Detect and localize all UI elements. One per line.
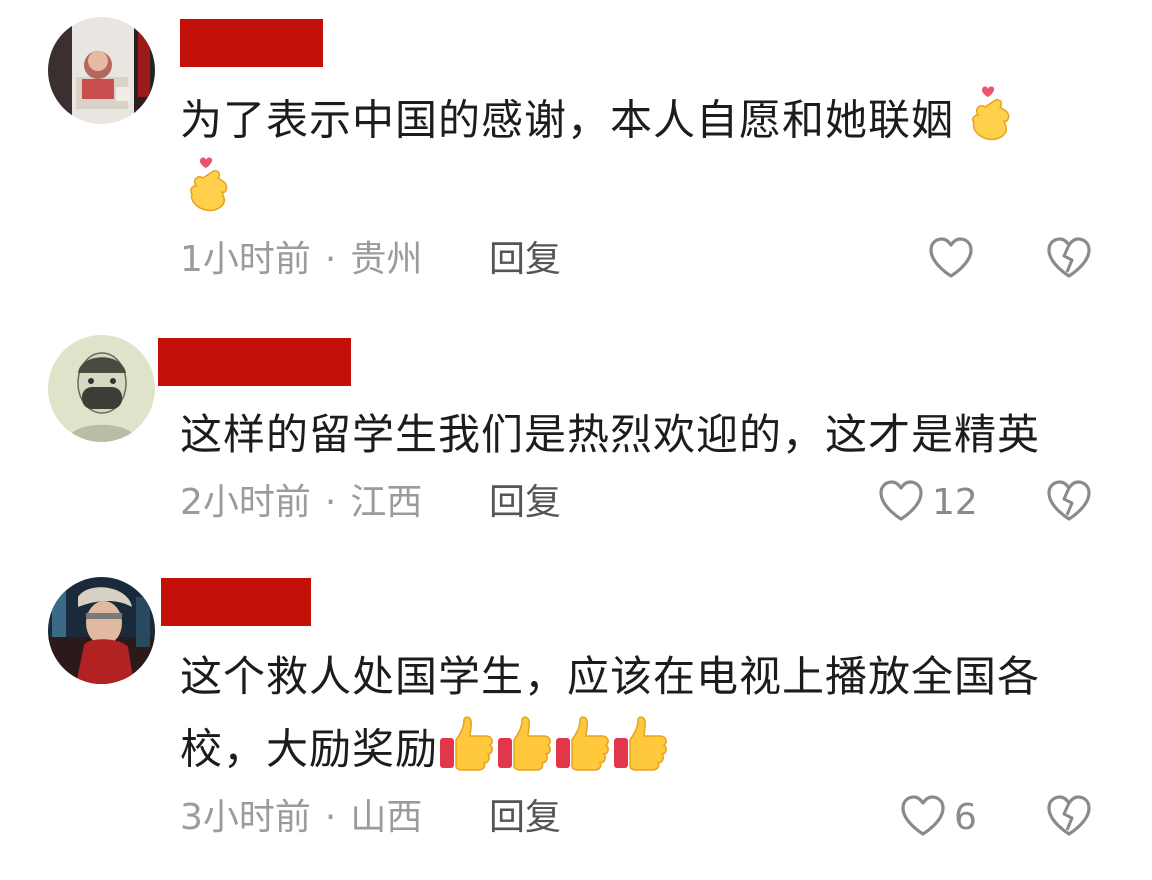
emoji-row <box>186 156 230 218</box>
avatar[interactable] <box>48 17 155 124</box>
meta-separator: · <box>324 482 337 523</box>
comment-text: 为了表示中国的感谢，本人自愿和她联姻 <box>180 85 1110 161</box>
comment-text-line: 这个救人处国学生，应该在电视上播放全国各 <box>180 652 1041 701</box>
finger-heart-icon <box>968 85 1012 161</box>
comment-text-line: 校，大励奖励 <box>180 724 439 774</box>
comment-meta: 2小时前 · 江西 <box>180 479 422 527</box>
comment-text: 这个救人处国学生，应该在电视上播放全国各 <box>180 645 1110 709</box>
comment-text: 这样的留学生我们是热烈欢迎的，这才是精英 <box>180 403 1110 467</box>
username-redacted[interactable] <box>161 578 311 626</box>
username-redacted[interactable] <box>158 338 351 386</box>
like-button[interactable] <box>928 236 982 284</box>
comment-text-line: 这样的留学生我们是热烈欢迎的，这才是精英 <box>180 410 1041 459</box>
username-redacted[interactable] <box>180 19 323 67</box>
broken-heart-icon <box>1046 795 1092 842</box>
thumbs-up-icon <box>612 714 670 790</box>
reply-button[interactable]: 回复 <box>489 794 561 842</box>
reply-button[interactable]: 回复 <box>489 479 561 527</box>
comment-meta: 3小时前 · 山西 <box>180 794 422 842</box>
broken-heart-icon <box>1046 480 1092 527</box>
dislike-button[interactable] <box>1046 794 1092 842</box>
comment-location: 贵州 <box>350 239 423 280</box>
meta-separator: · <box>324 797 337 838</box>
like-count: 6 <box>954 797 977 838</box>
like-count: 12 <box>932 482 978 523</box>
comment-location: 江西 <box>350 482 423 523</box>
comment-time: 2小时前 <box>180 482 311 523</box>
comment-time: 3小时前 <box>180 797 311 838</box>
meta-separator: · <box>324 239 337 280</box>
heart-icon <box>928 236 974 284</box>
like-button[interactable]: 6 <box>900 794 977 842</box>
heart-icon <box>900 794 946 842</box>
thumbs-up-icon <box>438 714 496 790</box>
avatar[interactable] <box>48 335 155 442</box>
comment-time: 1小时前 <box>180 239 311 280</box>
comment-meta: 1小时前 · 贵州 <box>180 236 422 284</box>
heart-icon <box>878 479 924 527</box>
thumbs-up-icon <box>554 714 612 790</box>
broken-heart-icon <box>1046 237 1092 284</box>
finger-heart-icon <box>186 156 230 218</box>
avatar[interactable] <box>48 577 155 684</box>
reply-button[interactable]: 回复 <box>489 236 561 284</box>
like-button[interactable]: 12 <box>878 479 978 527</box>
comment-text: 校，大励奖励 <box>180 714 1110 790</box>
comment-location: 山西 <box>350 797 423 838</box>
dislike-button[interactable] <box>1046 479 1092 527</box>
comment-text-line: 为了表示中国的感谢，本人自愿和她联姻 <box>180 95 955 145</box>
dislike-button[interactable] <box>1046 236 1092 284</box>
thumbs-up-icon <box>496 714 554 790</box>
